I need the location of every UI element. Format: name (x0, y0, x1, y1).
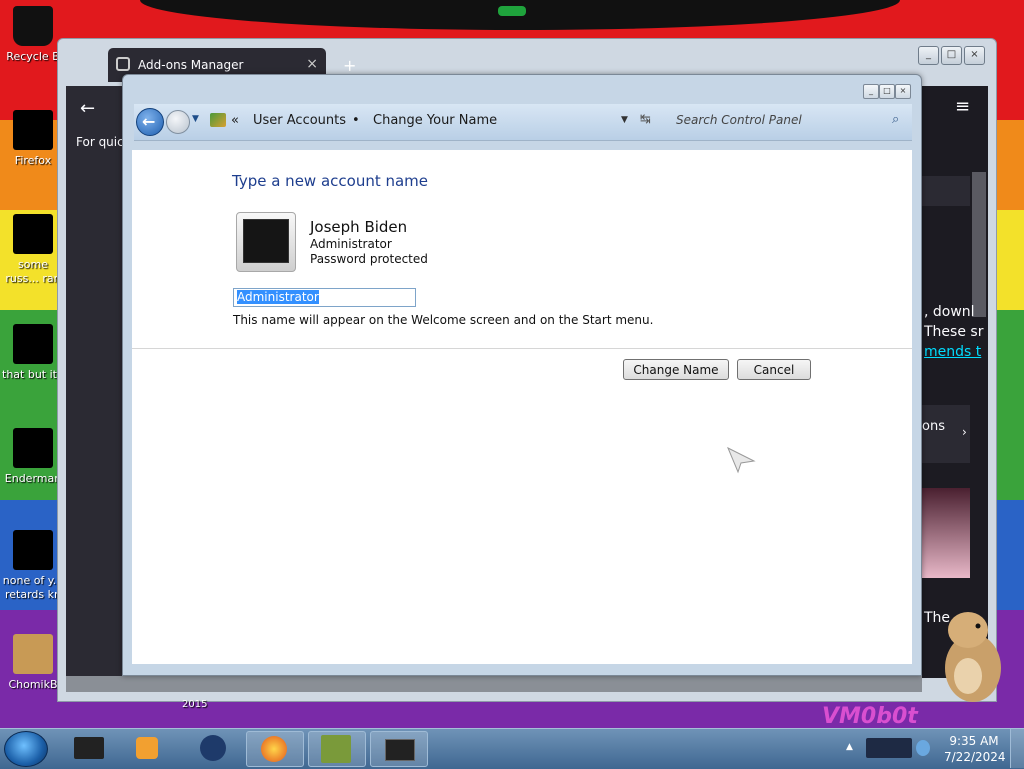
puzzle-icon (116, 57, 130, 71)
dialog-maximize-button[interactable]: □ (879, 84, 895, 99)
desktop-icon-enderman[interactable]: Enderman (2, 428, 64, 486)
taskbar-item-control-panel[interactable] (370, 731, 428, 767)
refresh-icon[interactable]: ↹ (640, 112, 651, 127)
globe-icon (200, 735, 226, 761)
hamster-mascot-icon (945, 612, 1001, 702)
browser-recommends-link[interactable]: mends t (924, 344, 981, 360)
firefox-icon (261, 736, 287, 762)
user-password-status: Password protected (310, 252, 428, 266)
desktop-icon-file-3[interactable]: none of y... retards kn (2, 530, 64, 602)
taskbar-item-3[interactable] (184, 731, 240, 765)
browser-text-snippet-1: , downl (924, 304, 975, 320)
name-hint-text: This name will appear on the Welcome scr… (233, 313, 654, 327)
desktop-icon-recycle-bin[interactable]: Recycle B (2, 6, 64, 64)
wallpaper-header-accent (498, 6, 526, 16)
clock[interactable]: 9:35 AM 7/22/2024 (944, 733, 1006, 765)
desktop-icon-firefox[interactable]: Firefox (2, 110, 64, 168)
recycle-bin-icon (13, 6, 53, 46)
breadcrumb-overflow[interactable]: « (231, 113, 239, 128)
account-name-input[interactable]: Administrator (233, 288, 416, 307)
taskbar-item-hamster-box[interactable] (308, 731, 366, 767)
avatar-picture (243, 219, 289, 263)
start-button[interactable] (4, 731, 48, 767)
search-input[interactable]: Search Control Panel (676, 113, 802, 127)
mouse-cursor-icon (727, 446, 756, 474)
avatar (236, 212, 296, 272)
browser-horizontal-scrollbar[interactable] (66, 676, 922, 692)
tray-network-icon[interactable] (866, 738, 912, 758)
account-name-value: Administrator (237, 290, 319, 304)
desktop-icon-chomik[interactable]: ChomikB (2, 634, 64, 692)
search-icon[interactable]: ⌕ (892, 112, 899, 127)
browser-minimize-button[interactable]: _ (918, 46, 939, 65)
desktop-icon-label: ChomikB (8, 678, 58, 691)
browser-scrollbar[interactable] (972, 172, 986, 317)
breadcrumb-separator: • (352, 113, 360, 128)
new-tab-button[interactable]: + (343, 56, 356, 75)
desktop-icon-label: that but it's (2, 368, 64, 381)
desktop-icon-label: none of y... retards kn (2, 574, 64, 601)
browser-text-snippet-2: These sr (924, 324, 984, 340)
tab-title: Add-ons Manager (138, 58, 244, 72)
user-role: Administrator (310, 237, 392, 251)
browser-card[interactable]: ons › (920, 405, 970, 463)
user-name: Joseph Biden (310, 218, 408, 236)
desktop-icon-label: some russ... ran a re (5, 258, 61, 285)
browser-panel (920, 176, 970, 206)
taskbar-item-firefox[interactable] (246, 731, 304, 767)
device-icon (74, 737, 104, 759)
forward-button[interactable] (166, 110, 190, 134)
screen-icon (385, 739, 415, 761)
dialog-minimize-button[interactable]: _ (863, 84, 879, 99)
desktop-icon-label: Firefox (14, 154, 52, 167)
desktop-icon-label: Recycle B (6, 50, 60, 63)
desktop-icon-file-1[interactable]: some russ... ran a re (2, 214, 64, 286)
wallpaper-watermark: VM0b0t (822, 704, 918, 729)
back-button[interactable]: ← (136, 108, 164, 136)
browser-back-arrow-icon[interactable]: ← (80, 98, 95, 119)
desktop-icon-file-2[interactable]: that but it's (2, 324, 64, 382)
browser-maximize-button[interactable]: □ (941, 46, 962, 65)
control-panel-icon (210, 113, 226, 127)
browser-sidebar (66, 86, 124, 678)
media-player-icon (136, 737, 158, 759)
file-icon (13, 324, 53, 364)
hamster-box-icon (321, 735, 351, 763)
tray-volume-icon[interactable] (916, 740, 930, 756)
browser-card-image (920, 488, 970, 578)
breadcrumb-change-your-name[interactable]: Change Your Name (373, 113, 497, 128)
chevron-right-icon: › (962, 425, 967, 439)
address-dropdown-icon[interactable]: ▼ (621, 115, 628, 125)
clock-time: 9:35 AM (949, 734, 999, 748)
divider (132, 348, 912, 349)
recent-pages-dropdown-icon[interactable]: ▼ (192, 114, 199, 124)
browser-close-button[interactable]: × (964, 46, 985, 65)
file-icon (13, 530, 53, 570)
browser-card-text: ons (922, 419, 945, 434)
desktop-icon-label: Enderman (4, 472, 62, 485)
page-title: Type a new account name (232, 172, 429, 190)
hamburger-menu-icon[interactable]: ≡ (955, 96, 970, 117)
firefox-icon (13, 110, 53, 150)
change-name-button[interactable]: Change Name (623, 359, 729, 380)
tray-expand-icon[interactable]: ▲ (846, 742, 853, 752)
show-desktop-button[interactable] (1010, 729, 1024, 768)
taskbar-item-1[interactable] (62, 731, 118, 765)
cancel-button[interactable]: Cancel (737, 359, 811, 380)
dialog-close-button[interactable]: × (895, 84, 911, 99)
breadcrumb-user-accounts[interactable]: User Accounts (253, 113, 346, 128)
back-arrow-icon: ← (142, 112, 156, 131)
hamster-icon (13, 634, 53, 674)
tab-close-icon[interactable]: × (306, 56, 318, 72)
file-icon (13, 214, 53, 254)
taskbar-item-media-player[interactable] (122, 731, 178, 765)
clock-date: 7/22/2024 (944, 750, 1006, 764)
wallpaper-year-text: 2015 (182, 699, 208, 710)
file-icon (13, 428, 53, 468)
